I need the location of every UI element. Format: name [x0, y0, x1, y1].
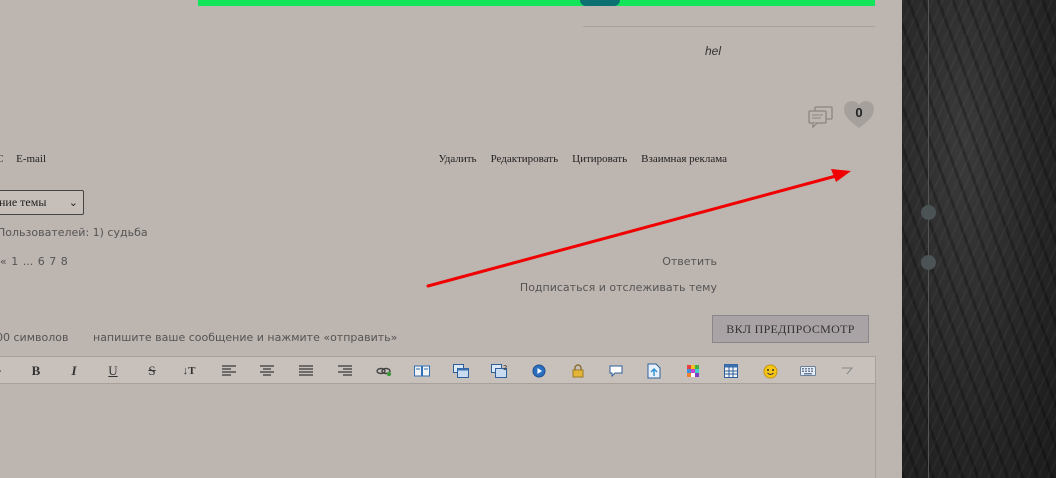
- delete-link[interactable]: Удалить: [439, 153, 477, 165]
- quote-bubble-icon[interactable]: [607, 362, 625, 380]
- edit-link[interactable]: Редактировать: [491, 153, 559, 165]
- header-banner: [198, 0, 875, 6]
- toolbar-arrow-icon[interactable]: [0, 362, 10, 380]
- editor-hint: напишите ваше сообщение и нажмите «отпра…: [93, 331, 398, 344]
- banner-image-fragment: [580, 0, 620, 6]
- sidebar-dot[interactable]: [921, 255, 936, 270]
- keyboard-icon[interactable]: [799, 362, 817, 380]
- lock-icon[interactable]: [569, 362, 587, 380]
- profile-links: С E-mail: [0, 153, 56, 165]
- subscribe-link[interactable]: Подписаться и отслеживать тему: [520, 281, 717, 294]
- video-icon[interactable]: [530, 362, 548, 380]
- pagination[interactable]: « 1 ... 6 7 8: [0, 255, 68, 268]
- editor-toolbar: B I U S ↓T 2: [0, 356, 876, 384]
- font-size-icon[interactable]: ↓T: [180, 362, 198, 380]
- mutual-ad-link[interactable]: Взаимная реклама: [641, 153, 727, 165]
- online-users: Пользователей: 1) судьба: [0, 226, 148, 239]
- sidebar-decoration: [902, 0, 1056, 478]
- profile-link-pm[interactable]: С: [0, 153, 3, 165]
- align-center-icon[interactable]: [258, 362, 276, 380]
- comments-icon[interactable]: [808, 106, 834, 128]
- strikethrough-icon[interactable]: S: [143, 362, 161, 380]
- color-palette-icon[interactable]: [684, 362, 702, 380]
- signature-separator: [583, 26, 875, 27]
- table-icon[interactable]: [722, 362, 740, 380]
- likes-count: 0: [855, 105, 863, 120]
- align-left-icon[interactable]: [220, 362, 238, 380]
- post-signature: hel: [704, 44, 721, 58]
- chevron-down-icon: ⌄: [68, 196, 78, 209]
- reply-link[interactable]: Ответить: [662, 255, 717, 268]
- profile-link-email[interactable]: E-mail: [16, 153, 46, 165]
- post-actions: Удалить Редактировать Цитировать Взаимна…: [439, 153, 727, 165]
- message-textarea[interactable]: [0, 384, 876, 478]
- char-count: 00 символов: [0, 331, 69, 344]
- windows-icon[interactable]: [452, 362, 470, 380]
- sidebar-dot[interactable]: [921, 205, 936, 220]
- quote-link[interactable]: Цитировать: [572, 153, 627, 165]
- bold-icon[interactable]: B: [27, 362, 45, 380]
- align-right-icon[interactable]: [336, 362, 354, 380]
- collapse-icon[interactable]: [838, 362, 856, 380]
- spoiler-icon[interactable]: 2: [491, 362, 509, 380]
- underline-icon[interactable]: U: [104, 362, 122, 380]
- preview-toggle-button[interactable]: ВКЛ ПРЕДПРОСМОТР: [712, 315, 869, 343]
- smiley-icon[interactable]: [761, 362, 779, 380]
- topic-jump-select[interactable]: ние темы ⌄: [0, 190, 84, 215]
- document-icon[interactable]: [645, 362, 663, 380]
- link-icon[interactable]: [375, 362, 393, 380]
- svg-text:2: 2: [503, 364, 507, 372]
- select-value: ние темы: [0, 195, 47, 209]
- sidebar-line: [928, 0, 929, 478]
- forum-area: hel 0 С E-mail Удалить Редактировать Цит…: [0, 0, 902, 478]
- align-justify-icon[interactable]: [297, 362, 315, 380]
- italic-icon[interactable]: I: [65, 362, 83, 380]
- book-icon[interactable]: [413, 362, 431, 380]
